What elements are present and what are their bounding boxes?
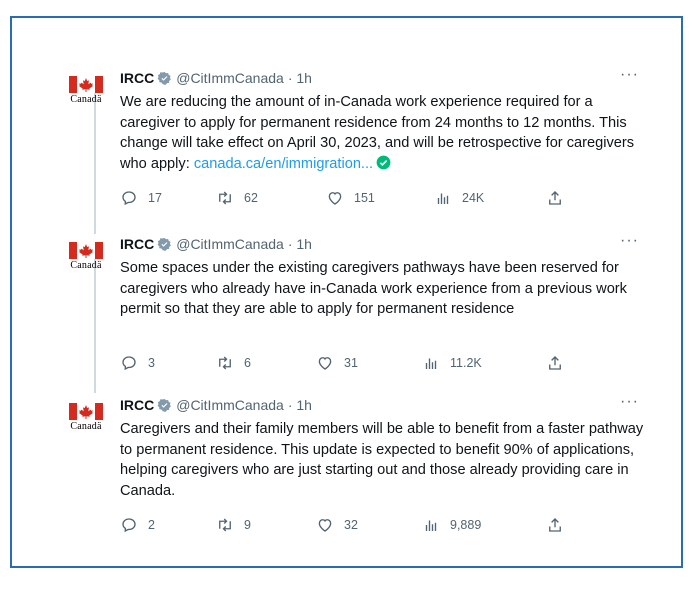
tweet-actions: 3 6 31 11.2K xyxy=(120,354,590,374)
canada-wordmark: Canadä xyxy=(70,421,102,432)
views-button[interactable]: 9,889 xyxy=(422,516,481,534)
tweet-actions: 2 9 32 9,889 xyxy=(120,516,590,536)
timestamp[interactable]: · 1h xyxy=(288,70,312,86)
verified-badge-icon xyxy=(157,71,172,85)
like-button[interactable]: 151 xyxy=(326,189,375,207)
like-count: 151 xyxy=(354,191,375,205)
retweet-count: 62 xyxy=(244,191,258,205)
tweet[interactable]: Canadä IRCC @CitImmCanada · 1h ··· Some … xyxy=(12,230,681,400)
like-button[interactable]: 32 xyxy=(316,516,358,534)
tweet-text: We are reducing the amount of in-Canada … xyxy=(120,92,655,174)
avatar[interactable]: Canadä xyxy=(62,70,110,118)
avatar[interactable]: Canadä xyxy=(62,236,110,284)
canada-wordmark: Canadä xyxy=(70,260,102,271)
more-icon[interactable]: ··· xyxy=(620,393,639,411)
views-icon xyxy=(425,520,437,531)
tweet[interactable]: Canadä IRCC @CitImmCanada · 1h ··· We ar… xyxy=(12,64,681,234)
like-icon xyxy=(328,192,342,205)
reply-count: 3 xyxy=(148,356,155,370)
retweet-icon xyxy=(219,191,231,205)
verified-badge-icon xyxy=(157,237,172,251)
thread-frame: Canadä IRCC @CitImmCanada · 1h ··· We ar… xyxy=(10,16,683,568)
reply-button[interactable]: 17 xyxy=(120,189,162,207)
retweet-button[interactable]: 62 xyxy=(216,189,258,207)
retweet-count: 6 xyxy=(244,356,251,370)
share-button[interactable] xyxy=(546,189,574,207)
avatar[interactable]: Canadä xyxy=(62,397,110,445)
canada-flag-icon xyxy=(69,76,103,93)
retweet-icon xyxy=(219,356,231,370)
canada-flag-icon xyxy=(69,403,103,420)
canada-wordmark: Canadä xyxy=(70,94,102,105)
tweet-link[interactable]: canada.ca/en/immigration... xyxy=(194,156,373,172)
reply-button[interactable]: 2 xyxy=(120,516,155,534)
views-icon xyxy=(425,358,437,369)
reply-icon xyxy=(122,191,136,206)
reply-icon xyxy=(122,518,136,533)
views-count: 24K xyxy=(462,191,485,205)
author-name[interactable]: IRCC xyxy=(120,70,154,86)
tweet-text: Caregivers and their family members will… xyxy=(120,421,644,499)
retweet-button[interactable]: 9 xyxy=(216,516,251,534)
reply-count: 17 xyxy=(148,191,162,205)
views-count: 11.2K xyxy=(450,356,482,370)
like-count: 32 xyxy=(344,518,358,532)
retweet-button[interactable]: 6 xyxy=(216,354,251,372)
like-count: 31 xyxy=(344,356,358,370)
author-handle[interactable]: @CitImmCanada xyxy=(176,397,284,413)
share-button[interactable] xyxy=(546,516,574,534)
tweet-text: Some spaces under the existing caregiver… xyxy=(120,260,627,317)
more-icon[interactable]: ··· xyxy=(620,66,639,84)
share-icon xyxy=(549,356,561,370)
reply-icon xyxy=(122,356,136,371)
reply-count: 2 xyxy=(148,518,155,532)
author-name[interactable]: IRCC xyxy=(120,397,154,413)
like-icon xyxy=(318,357,332,370)
canada-flag-icon xyxy=(69,242,103,259)
timestamp[interactable]: · 1h xyxy=(288,236,312,252)
share-icon xyxy=(549,518,561,532)
share-button[interactable] xyxy=(546,354,574,372)
author-name[interactable]: IRCC xyxy=(120,236,154,252)
retweet-icon xyxy=(219,518,231,532)
timestamp[interactable]: · 1h xyxy=(288,397,312,413)
retweet-count: 9 xyxy=(244,518,251,532)
views-count: 9,889 xyxy=(450,518,482,532)
views-button[interactable]: 11.2K xyxy=(422,354,482,372)
more-icon[interactable]: ··· xyxy=(620,232,639,250)
like-icon xyxy=(318,519,332,532)
like-button[interactable]: 31 xyxy=(316,354,358,372)
check-emoji-icon xyxy=(376,155,391,169)
share-icon xyxy=(549,191,561,205)
author-handle[interactable]: @CitImmCanada xyxy=(176,70,284,86)
reply-button[interactable]: 3 xyxy=(120,354,155,372)
tweet[interactable]: Canadä IRCC @CitImmCanada · 1h ··· Careg… xyxy=(12,391,681,561)
tweet-actions: 17 62 151 24K xyxy=(120,189,590,209)
views-icon xyxy=(437,193,449,204)
author-handle[interactable]: @CitImmCanada xyxy=(176,236,284,252)
views-button[interactable]: 24K xyxy=(434,189,484,207)
verified-badge-icon xyxy=(157,398,172,412)
